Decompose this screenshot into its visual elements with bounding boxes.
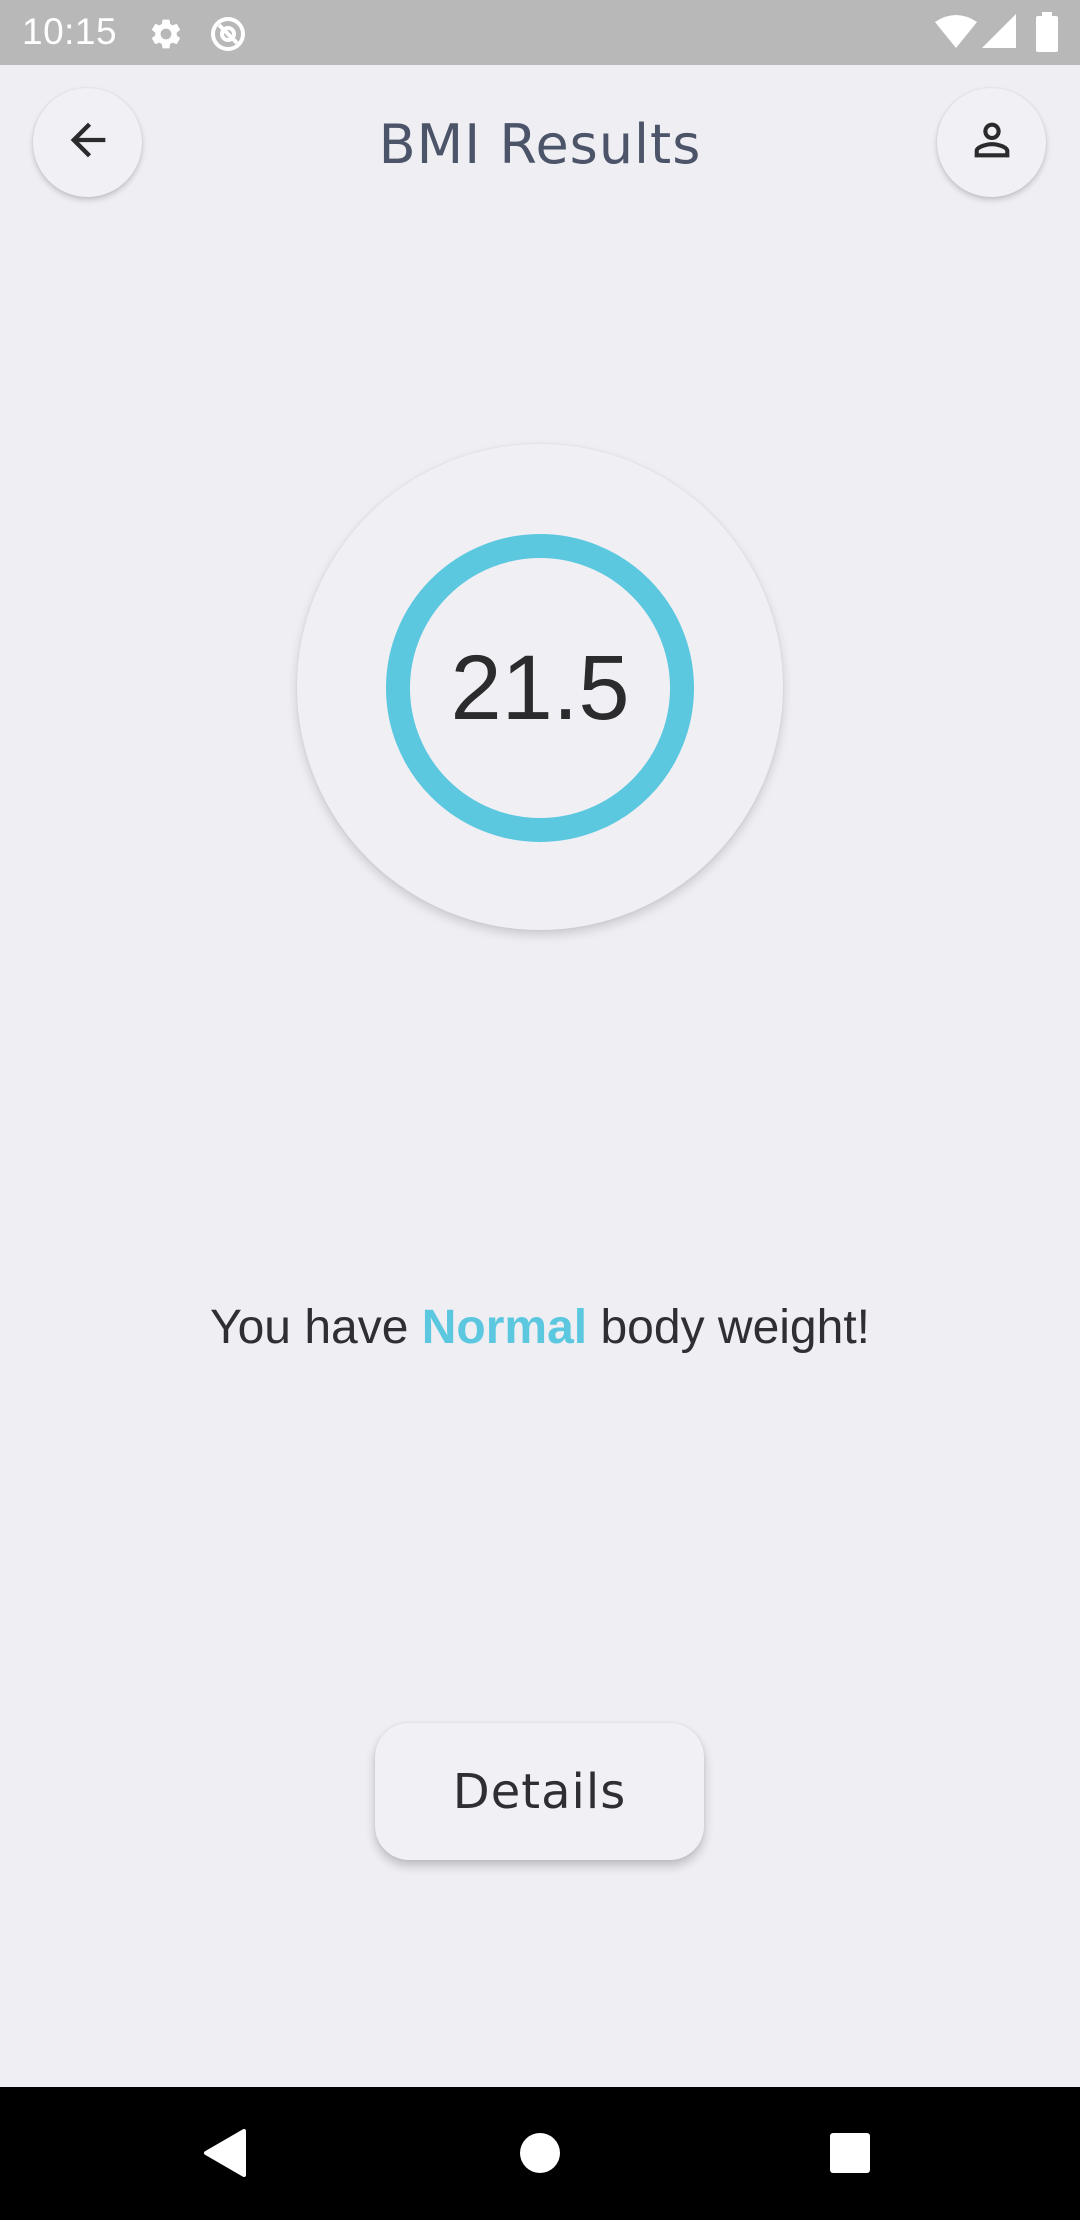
circle-home-icon <box>518 2131 562 2180</box>
triangle-back-icon <box>202 2127 250 2184</box>
bmi-value: 21.5 <box>450 636 630 739</box>
nav-back-button[interactable] <box>186 2115 266 2195</box>
at-sign-icon <box>208 14 248 59</box>
battery-icon <box>1036 12 1058 57</box>
square-recents-icon <box>828 2131 872 2180</box>
message-prefix: You have <box>210 1301 422 1354</box>
result-message: You have Normal body weight! <box>0 1300 1080 1355</box>
details-button[interactable]: Details <box>375 1723 704 1860</box>
status-bar: 10:15 <box>0 0 1080 65</box>
message-suffix: body weight! <box>587 1301 870 1354</box>
person-icon <box>966 114 1018 171</box>
status-time: 10:15 <box>22 11 118 52</box>
page-title: BMI Results <box>378 113 702 176</box>
gear-icon <box>148 16 184 57</box>
navigation-bar <box>0 2087 1080 2220</box>
nav-recents-button[interactable] <box>810 2115 890 2195</box>
nav-home-button[interactable] <box>500 2115 580 2195</box>
profile-button[interactable] <box>937 88 1046 197</box>
wifi-icon <box>934 14 978 55</box>
cellular-signal-icon <box>982 14 1016 55</box>
bmi-category: Normal <box>421 1301 588 1354</box>
